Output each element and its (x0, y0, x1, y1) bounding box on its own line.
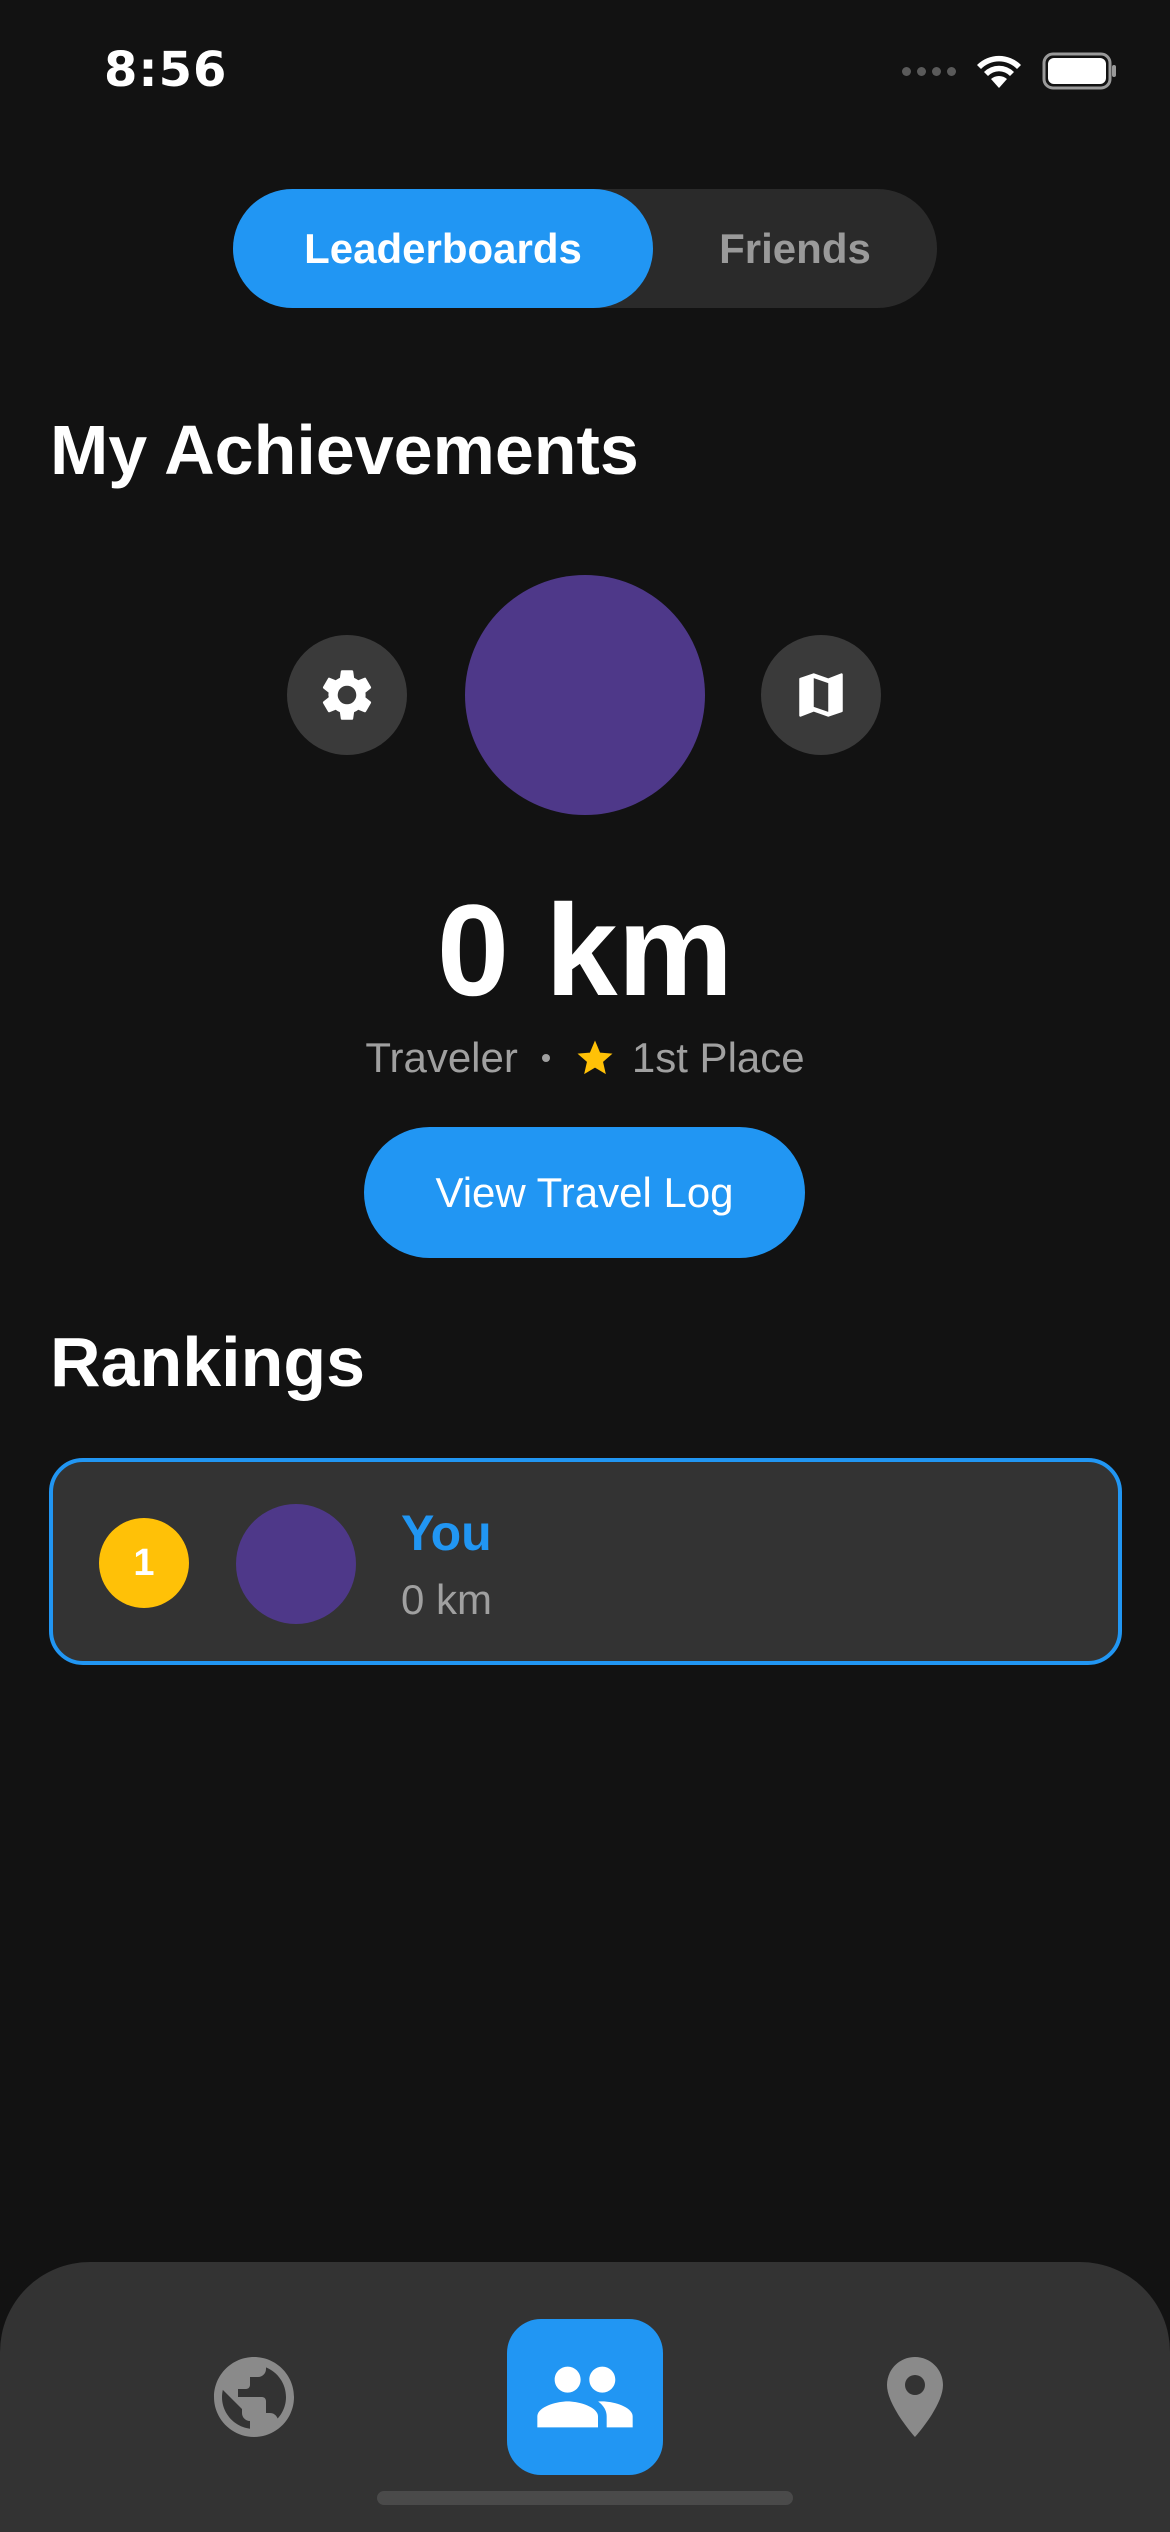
avatar (236, 1504, 356, 1624)
nav-item-friends[interactable] (507, 2319, 663, 2475)
place-label: 1st Place (631, 1034, 805, 1081)
tab-leaderboards[interactable]: Leaderboards (233, 189, 653, 308)
separator-dot (541, 1054, 550, 1062)
segmented-control: Leaderboards Friends (233, 189, 937, 308)
view-travel-log-button[interactable]: View Travel Log (364, 1127, 805, 1258)
status-indicators (902, 52, 1118, 90)
globe-icon (214, 2357, 294, 2437)
screen: 8:56 Leaderboards Friends My Achievement… (0, 0, 1170, 2532)
cellular-signal-icon (902, 66, 956, 76)
achievement-subline: Traveler 1st Place (0, 1034, 1170, 1082)
ranking-distance: 0 km (401, 1576, 493, 1623)
star-icon (577, 1040, 613, 1075)
tab-friends[interactable]: Friends (653, 189, 937, 308)
nav-item-explore[interactable] (176, 2319, 332, 2475)
map-button[interactable] (761, 635, 881, 755)
battery-icon (1042, 52, 1116, 90)
ranking-name: You (401, 1505, 492, 1561)
total-distance: 0 km (436, 877, 734, 1023)
status-time: 8:56 (104, 42, 228, 98)
map-icon (799, 673, 843, 717)
people-icon (537, 2366, 633, 2428)
achievements-title: My Achievements (50, 411, 639, 489)
ranking-row[interactable]: 1 You 0 km (49, 1458, 1122, 1665)
home-indicator (377, 2491, 793, 2505)
location-pin-icon (887, 2357, 943, 2437)
profile-avatar[interactable] (465, 575, 705, 815)
rank-title: Traveler (365, 1034, 518, 1081)
gear-icon (322, 670, 372, 720)
rank-badge: 1 (99, 1518, 189, 1608)
settings-button[interactable] (287, 635, 407, 755)
wifi-icon (977, 55, 1021, 88)
nav-item-places[interactable] (837, 2319, 993, 2475)
rankings-title: Rankings (50, 1323, 366, 1401)
